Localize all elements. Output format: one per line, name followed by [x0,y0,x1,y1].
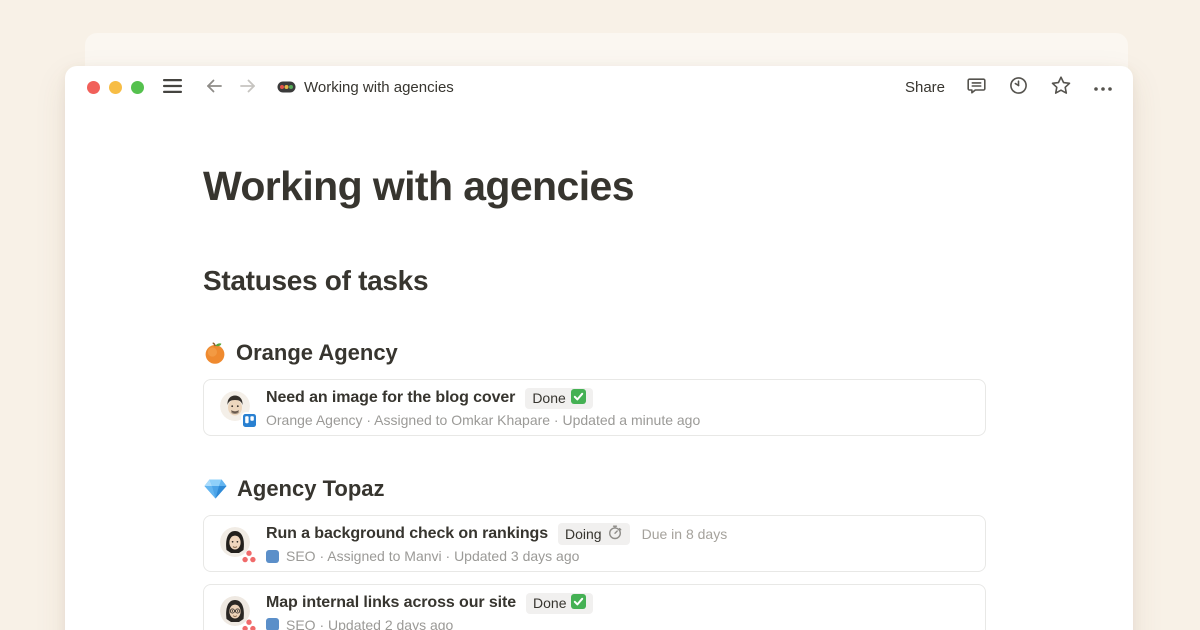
asana-icon [242,550,256,563]
comments-button[interactable] [966,76,987,99]
green-check-icon [571,594,586,612]
arrow-left-icon [204,77,224,98]
tangerine-icon [203,341,227,365]
trello-icon [243,414,256,427]
task-text: Need an image for the blog cover Done Or… [266,388,700,428]
task-title: Run a background check on rankings [266,525,548,543]
breadcrumb-page-title[interactable]: Working with agencies [304,79,454,96]
close-button[interactable] [87,81,100,94]
task-meta: SEO · Assigned to Manvi · Updated 3 days… [266,548,727,564]
arrow-right-icon [238,77,258,98]
back-button[interactable] [204,77,224,98]
blue-gem-icon [203,478,228,500]
task-text: Run a background check on rankings Doing… [266,523,727,564]
task-title: Map internal links across our site [266,594,516,612]
speech-bubble-icon [966,76,987,99]
ellipsis-icon [1093,80,1113,95]
window-topbar: Working with agencies Share [65,66,1133,108]
section-heading: Statuses of tasks [203,264,986,298]
group-heading-orange-agency: Orange Agency [203,339,986,367]
favorite-star-button[interactable] [1050,75,1072,99]
page-favicon-traffic-light-icon [277,81,296,93]
status-label: Doing [565,526,602,542]
app-window: Working with agencies Share [65,66,1133,630]
due-date-label: Due in 8 days [642,526,728,542]
task-text: Map internal links across our site Done … [266,593,593,630]
task-meta: SEO · Updated 2 days ago [266,617,593,630]
hamburger-icon [163,79,182,96]
group-name: Agency Topaz [237,475,385,503]
star-outline-icon [1050,75,1072,99]
seo-tag-color-square [266,618,279,630]
group-heading-agency-topaz: Agency Topaz [203,475,986,503]
assignee-avatar [220,596,252,630]
seo-tag-color-square [266,550,279,563]
more-options-button[interactable] [1093,80,1113,95]
status-badge: Doing [558,523,630,545]
task-title: Need an image for the blog cover [266,389,515,407]
status-label: Done [533,595,566,611]
traffic-lights [87,81,144,94]
status-label: Done [532,390,565,406]
updates-clock-button[interactable] [1008,75,1029,99]
status-badge: Done [525,388,592,409]
page-title: Working with agencies [203,162,986,210]
task-meta: Orange Agency · Assigned to Omkar Khapar… [266,412,700,428]
sidebar-menu-button[interactable] [163,79,182,96]
asana-icon [242,619,256,630]
green-check-icon [571,389,586,407]
task-card[interactable]: Map internal links across our site Done … [203,584,986,630]
stopwatch-icon [607,524,623,543]
status-badge: Done [526,593,593,614]
task-card[interactable]: Run a background check on rankings Doing… [203,515,986,572]
task-meta-text: Orange Agency · Assigned to Omkar Khapar… [266,412,700,428]
group-name: Orange Agency [236,339,398,367]
minimize-button[interactable] [109,81,122,94]
topbar-actions: Share [905,75,1113,99]
maximize-button[interactable] [131,81,144,94]
task-meta-text: SEO · Assigned to Manvi · Updated 3 days… [286,548,579,564]
clock-icon [1008,75,1029,99]
assignee-avatar [220,527,252,561]
share-button[interactable]: Share [905,79,945,96]
page-content: Working with agencies Statuses of tasks … [65,162,1133,630]
forward-button[interactable] [238,77,258,98]
task-meta-text: SEO · Updated 2 days ago [286,617,453,630]
assignee-avatar [220,391,252,425]
task-card[interactable]: Need an image for the blog cover Done Or… [203,379,986,436]
